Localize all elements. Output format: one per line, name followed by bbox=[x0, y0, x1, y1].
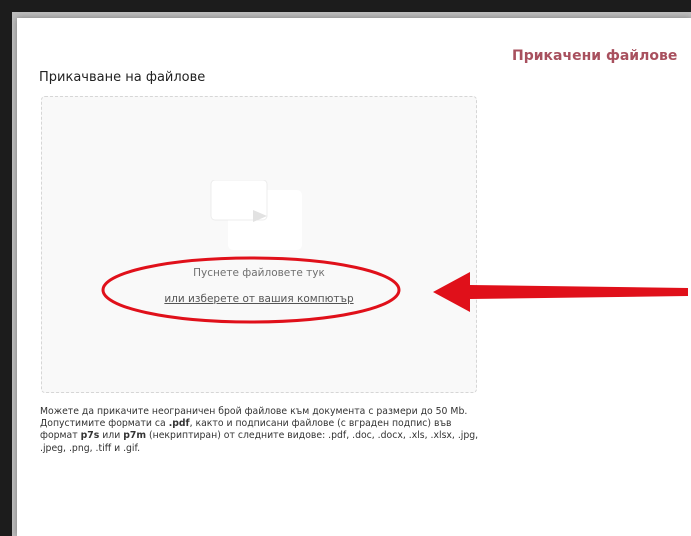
upload-section-label: Прикачване на файлове bbox=[39, 70, 206, 85]
help-text-part: или bbox=[99, 430, 124, 442]
format-p7m: p7m bbox=[123, 430, 147, 442]
attached-files-title: Прикачени файлове bbox=[512, 48, 678, 64]
files-icon bbox=[210, 180, 302, 250]
file-dropzone[interactable]: Пуснете файловете тук или изберете от ва… bbox=[41, 96, 477, 393]
format-p7s: p7s bbox=[80, 430, 100, 442]
attachments-panel: Прикачени файлове Прикачване на файлове … bbox=[17, 18, 691, 536]
upload-help-text: Можете да прикачите неограничен брой фай… bbox=[40, 406, 490, 455]
format-pdf: .pdf bbox=[168, 418, 190, 430]
drop-files-text: Пуснете файловете тук bbox=[193, 267, 325, 279]
choose-from-computer-link[interactable]: или изберете от вашия компютър bbox=[42, 293, 476, 305]
